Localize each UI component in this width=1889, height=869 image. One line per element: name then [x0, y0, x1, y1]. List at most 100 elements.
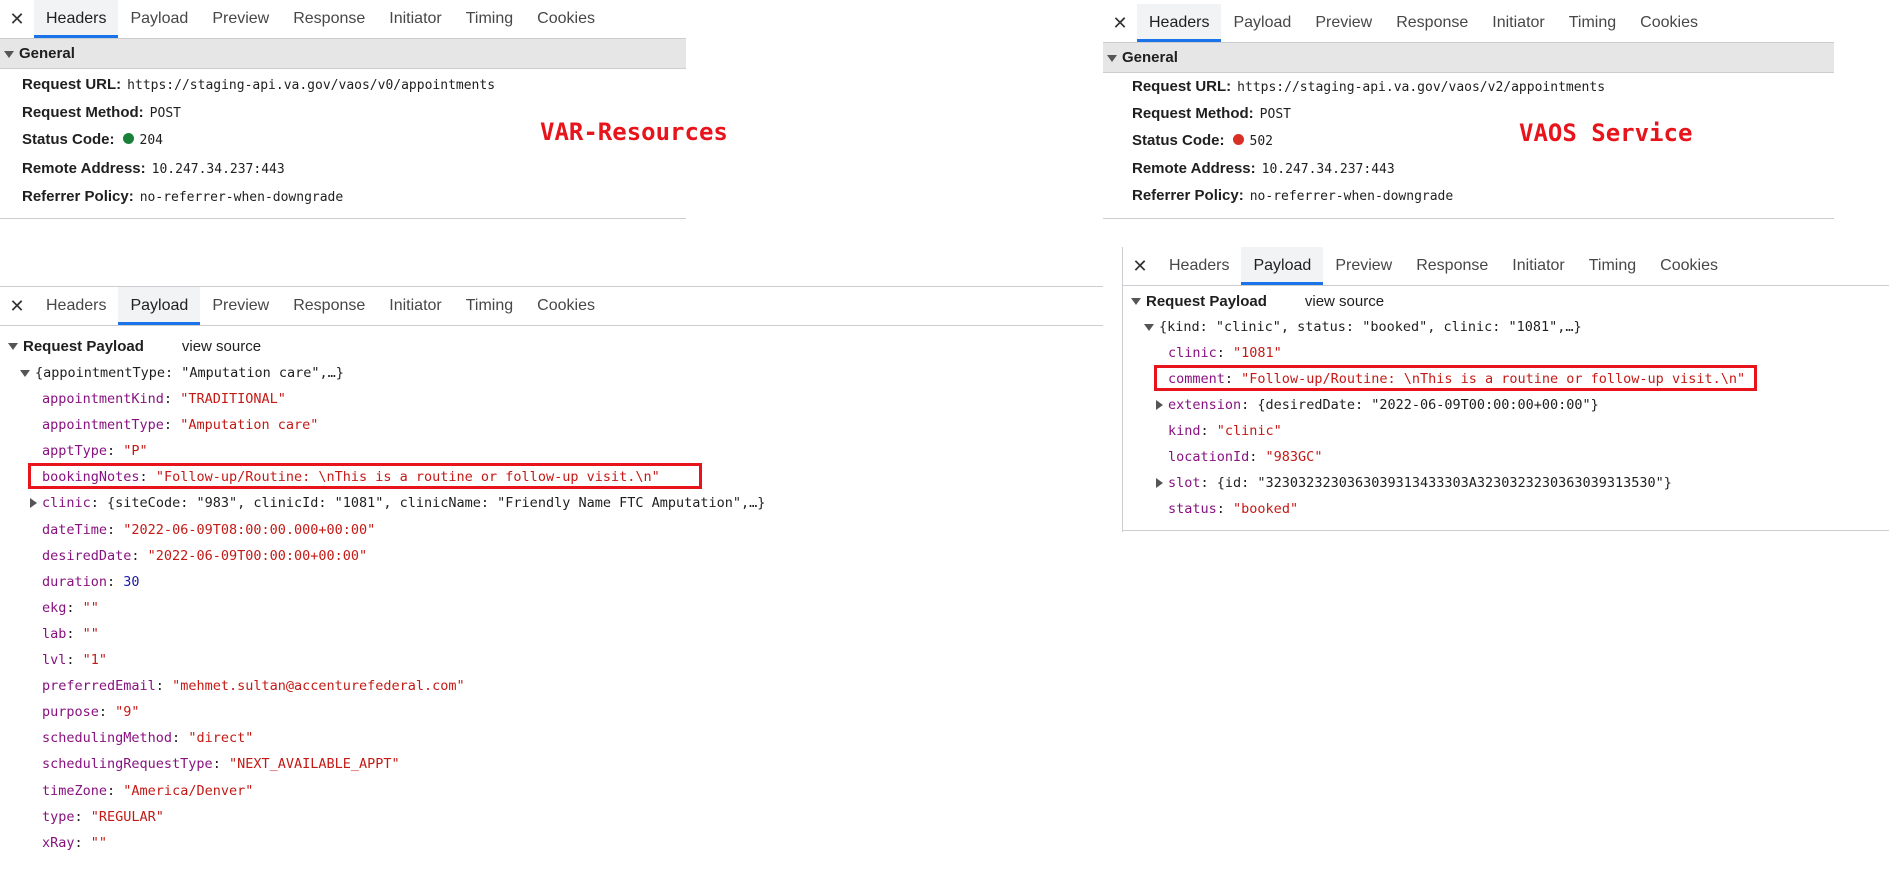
view-source-link[interactable]: view source — [182, 338, 261, 355]
expand-triangle-icon[interactable] — [1156, 400, 1163, 410]
close-icon[interactable]: ✕ — [1103, 13, 1137, 34]
request-url-label: Request URL: — [22, 76, 122, 93]
tab-payload[interactable]: Payload — [1221, 4, 1303, 42]
tab-preview[interactable]: Preview — [200, 0, 281, 38]
payload-field-schedulingRequestType: schedulingRequestType: "NEXT_AVAILABLE_A… — [42, 756, 400, 773]
collapse-triangle-icon[interactable] — [1144, 323, 1154, 331]
payload-field-apptType: apptType: "P" — [42, 443, 148, 460]
payload-field-clinic[interactable]: clinic: {siteCode: "983", clinicId: "108… — [30, 495, 765, 511]
request-payload-header[interactable]: Request Payload view source — [1131, 291, 1384, 310]
general-section-label: General — [19, 45, 75, 62]
general-section-header[interactable]: General — [1103, 43, 1834, 73]
request-url-label: Request URL: — [1132, 78, 1232, 95]
tab-headers[interactable]: Headers — [34, 287, 118, 325]
tab-preview[interactable]: Preview — [1323, 247, 1404, 285]
remote-address-value: 10.247.34.237:443 — [1261, 162, 1395, 177]
field-value: "clinic" — [1216, 423, 1282, 439]
payload-summary[interactable]: {kind: "clinic", status: "booked", clini… — [1144, 319, 1582, 335]
collapse-triangle-icon[interactable] — [8, 343, 18, 350]
expand-triangle-icon[interactable] — [30, 498, 37, 509]
view-source-link[interactable]: view source — [1305, 293, 1384, 310]
field-value: "" — [82, 625, 99, 642]
tab-payload[interactable]: Payload — [1241, 247, 1324, 285]
divider — [1103, 218, 1834, 219]
request-url-row: Request URL: https://staging-api.va.gov/v… — [1132, 78, 1605, 95]
field-value: {desiredDate: "2022-06-09T00:00:00+00:00… — [1257, 397, 1599, 413]
payload-field-appointmentKind: appointmentKind: "TRADITIONAL" — [42, 391, 286, 407]
status-error-icon — [1232, 133, 1244, 145]
status-success-icon — [122, 132, 134, 144]
tab-timing[interactable]: Timing — [454, 0, 525, 38]
tab-headers[interactable]: Headers — [1157, 247, 1241, 285]
request-url-value: https://staging-api.va.gov/vaos/v2/appoi… — [1237, 80, 1606, 95]
payload-summary[interactable]: {appointmentType: "Amputation care",…} — [20, 365, 344, 381]
field-value: "REGULAR" — [90, 808, 164, 825]
field-value: 30 — [123, 573, 140, 590]
left-headers-panel: ✕ Headers Payload Preview Response Initi… — [0, 0, 686, 220]
tab-response[interactable]: Response — [1384, 4, 1480, 42]
tab-initiator[interactable]: Initiator — [1480, 4, 1556, 42]
payload-field-ekg: ekg: "" — [42, 599, 99, 616]
request-url-value: https://staging-api.va.gov/vaos/v0/appoi… — [127, 78, 496, 93]
collapse-triangle-icon[interactable] — [20, 369, 30, 377]
right-headers-panel: ✕ Headers Payload Preview Response Initi… — [1103, 4, 1834, 220]
right-payload-tabbar: ✕ Headers Payload Preview Response Initi… — [1123, 247, 1889, 286]
field-value: {siteCode: "983", clinicId: "1081", clin… — [107, 495, 766, 512]
tab-response[interactable]: Response — [281, 0, 377, 38]
field-value: {id: "3230323230363039313433303A32303232… — [1216, 475, 1672, 491]
close-icon[interactable]: ✕ — [0, 296, 34, 317]
tab-response[interactable]: Response — [1404, 247, 1500, 285]
tab-cookies[interactable]: Cookies — [525, 287, 607, 325]
tab-timing[interactable]: Timing — [454, 287, 525, 325]
tab-preview[interactable]: Preview — [200, 287, 281, 325]
payload-field-xRay: xRay: "" — [42, 834, 108, 851]
field-key: locationId — [1168, 449, 1250, 465]
tab-initiator[interactable]: Initiator — [1500, 247, 1576, 285]
field-key: kind — [1168, 423, 1201, 439]
field-value: "9" — [115, 704, 140, 721]
request-payload-header[interactable]: Request Payload view source — [8, 336, 261, 355]
collapse-triangle-icon[interactable] — [1107, 54, 1117, 62]
request-method-label: Request Method: — [22, 104, 144, 121]
field-value: "2022-06-09T00:00:00+00:00" — [147, 547, 368, 564]
collapse-triangle-icon[interactable] — [1131, 298, 1141, 305]
field-key: purpose — [42, 704, 99, 721]
field-key: desiredDate — [42, 547, 132, 564]
request-method-row: Request Method: POST — [22, 104, 181, 121]
expand-triangle-icon[interactable] — [1156, 478, 1163, 488]
field-key: clinic — [1168, 345, 1217, 361]
field-key: xRay — [42, 834, 75, 851]
tab-timing[interactable]: Timing — [1577, 247, 1648, 285]
referrer-policy-label: Referrer Policy: — [22, 188, 134, 205]
status-code-row: Status Code: 502 — [1132, 132, 1273, 149]
tab-response[interactable]: Response — [281, 287, 377, 325]
field-value: "P" — [123, 443, 148, 460]
tab-timing[interactable]: Timing — [1557, 4, 1628, 42]
payload-field-status: status: "booked" — [1168, 501, 1299, 517]
tab-payload[interactable]: Payload — [118, 287, 201, 325]
field-value: "booked" — [1233, 501, 1299, 517]
tab-headers[interactable]: Headers — [34, 0, 119, 38]
request-method-label: Request Method: — [1132, 105, 1254, 122]
payload-field-dateTime: dateTime: "2022-06-09T08:00:00.000+00:00… — [42, 521, 376, 538]
collapse-triangle-icon[interactable] — [4, 50, 14, 58]
close-icon[interactable]: ✕ — [1123, 256, 1157, 277]
payload-field-slot[interactable]: slot: {id: "3230323230363039313433303A32… — [1156, 475, 1672, 491]
payload-field-extension[interactable]: extension: {desiredDate: "2022-06-09T00:… — [1156, 397, 1599, 413]
close-icon[interactable]: ✕ — [0, 9, 34, 30]
field-key: appointmentType — [42, 417, 164, 434]
tab-headers[interactable]: Headers — [1137, 4, 1222, 42]
tab-initiator[interactable]: Initiator — [377, 0, 453, 38]
payload-field-preferredEmail: preferredEmail: "mehmet.sultan@accenture… — [42, 678, 465, 695]
tab-cookies[interactable]: Cookies — [1648, 247, 1730, 285]
tab-payload[interactable]: Payload — [118, 0, 200, 38]
annotation-vaos-service: VAOS Service — [1519, 119, 1693, 147]
tab-initiator[interactable]: Initiator — [377, 287, 453, 325]
tab-cookies[interactable]: Cookies — [1628, 4, 1710, 42]
field-value: "America/Denver" — [123, 782, 254, 799]
general-section-header[interactable]: General — [0, 39, 686, 69]
remote-address-value: 10.247.34.237:443 — [151, 162, 285, 177]
tab-cookies[interactable]: Cookies — [525, 0, 607, 38]
payload-field-duration: duration: 30 — [42, 573, 140, 590]
tab-preview[interactable]: Preview — [1303, 4, 1384, 42]
